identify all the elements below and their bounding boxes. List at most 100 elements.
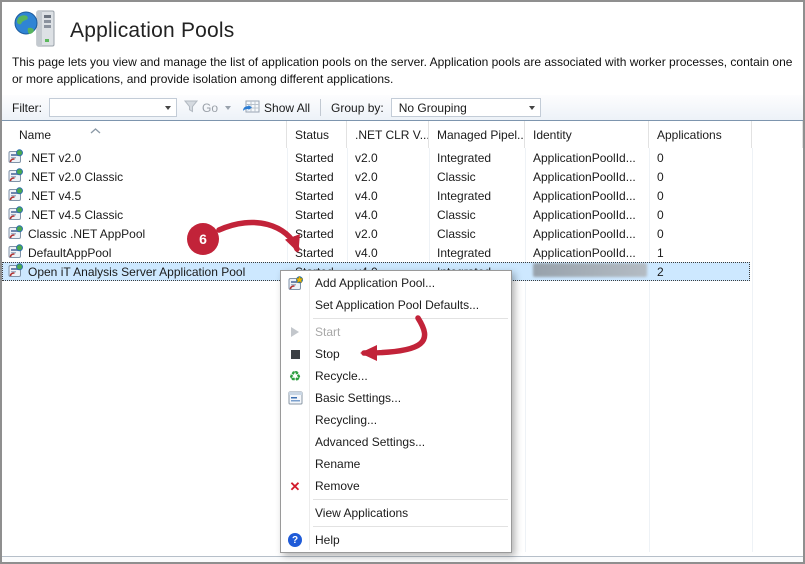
cell-clr: v2.0	[355, 226, 378, 241]
table-row[interactable]: .NET v2.0 Started v2.0 Integrated Applicatio…	[2, 148, 750, 167]
cell-status: Started	[295, 169, 334, 184]
go-label: Go	[202, 100, 219, 115]
menu-icon-blank	[281, 502, 309, 524]
menu-item-label: Stop	[315, 347, 340, 361]
menu-item-label: Remove	[315, 479, 360, 493]
menu-item-label: Set Application Pool Defaults...	[315, 298, 480, 312]
menu-item-recycle[interactable]: ♻ Recycle...	[281, 365, 511, 387]
menu-item-help[interactable]: ? Help	[281, 529, 511, 551]
menu-item-label: Add Application Pool...	[315, 276, 436, 290]
cell-pipeline: Classic	[437, 207, 476, 222]
feature-toolbar: Filter: Go Show All Group by: No Groupin…	[2, 95, 803, 121]
app-pool-icon	[8, 205, 23, 224]
menu-separator	[313, 318, 508, 319]
app-pool-name: .NET v2.0	[28, 150, 82, 165]
list-header: Name Status .NET CLR V... Managed Pipel.…	[2, 121, 803, 148]
chevron-down-icon[interactable]	[528, 105, 535, 110]
column-header-applications[interactable]: Applications	[649, 121, 752, 148]
cell-applications: 1	[657, 245, 664, 260]
menu-icon-blank	[281, 294, 309, 316]
cell-status: Started	[295, 245, 334, 260]
go-button[interactable]: Go	[183, 100, 219, 116]
menu-icon-blank	[281, 409, 309, 431]
cell-identity	[525, 263, 649, 280]
cell-pipeline: Integrated	[437, 245, 492, 260]
show-all-label: Show All	[264, 100, 311, 115]
menu-item-label: Basic Settings...	[315, 391, 402, 405]
menu-item-start[interactable]: Start	[281, 321, 511, 343]
menu-item-label: Recycling...	[315, 413, 378, 427]
basic-settings-icon	[281, 387, 309, 409]
group-by-label: Group by:	[331, 100, 384, 115]
chevron-down-icon[interactable]	[165, 105, 171, 110]
cell-pipeline: Classic	[437, 226, 476, 241]
app-pool-icon	[8, 167, 23, 186]
menu-item-label: Recycle...	[315, 369, 368, 383]
column-header-status[interactable]: Status	[287, 121, 347, 148]
page-description: This page lets you view and manage the l…	[12, 55, 793, 86]
app-pool-name: DefaultAppPool	[28, 245, 112, 260]
cell-pipeline: Classic	[437, 169, 476, 184]
redacted-identity	[533, 263, 647, 277]
menu-separator	[313, 526, 508, 527]
app-pool-name: .NET v4.5	[28, 188, 82, 203]
column-header-name[interactable]: Name	[2, 121, 287, 148]
cell-status: Started	[295, 226, 334, 241]
table-row[interactable]: Classic .NET AppPool Started v2.0 Classic Ap…	[2, 224, 750, 243]
cell-clr: v2.0	[355, 169, 378, 184]
table-row[interactable]: .NET v2.0 Classic Started v2.0 Classic Appli…	[2, 167, 750, 186]
cell-identity: ApplicationPoolId...	[533, 207, 636, 222]
cell-pipeline: Integrated	[437, 188, 492, 203]
page-header: Application Pools	[12, 8, 235, 53]
cell-identity: ApplicationPoolId...	[533, 245, 636, 260]
recycle-icon: ♻	[288, 368, 302, 384]
cell-identity: ApplicationPoolId...	[533, 226, 636, 241]
cell-identity: ApplicationPoolId...	[533, 169, 636, 184]
cell-applications: 0	[657, 169, 664, 184]
sort-ascending-icon	[90, 123, 101, 137]
show-all-grid-icon	[242, 99, 260, 116]
iis-server-globe-icon	[12, 8, 56, 53]
app-pool-name: Classic .NET AppPool	[28, 226, 146, 241]
iis-application-pools-page: Application Pools This page lets you vie…	[0, 0, 805, 564]
cell-status: Started	[295, 150, 334, 165]
filter-label: Filter:	[12, 100, 42, 115]
cell-identity: ApplicationPoolId...	[533, 150, 636, 165]
menu-item-basic-settings[interactable]: Basic Settings...	[281, 387, 511, 409]
menu-item-rename[interactable]: Rename	[281, 453, 511, 475]
app-pool-name: .NET v4.5 Classic	[28, 207, 124, 222]
menu-item-remove[interactable]: ✕ Remove	[281, 475, 511, 497]
menu-icon-blank	[281, 453, 309, 475]
menu-item-add-application-pool[interactable]: Add Application Pool...	[281, 272, 511, 294]
table-row[interactable]: DefaultAppPool Started v4.0 Integrated Appli…	[2, 243, 750, 262]
column-header-blank	[752, 121, 803, 148]
menu-item-label: View Applications	[315, 506, 409, 520]
cell-status: Started	[295, 207, 334, 222]
go-chevron-down-icon[interactable]	[225, 105, 232, 110]
cell-applications: 0	[657, 188, 664, 203]
group-by-combobox[interactable]: No Grouping	[390, 98, 541, 117]
cell-identity: ApplicationPoolId...	[533, 188, 636, 203]
column-header-identity[interactable]: Identity	[525, 121, 649, 148]
toolbar-separator	[320, 99, 322, 116]
menu-item-stop[interactable]: Stop	[281, 343, 511, 365]
menu-item-label: Help	[315, 533, 340, 547]
cell-applications: 0	[657, 207, 664, 222]
app-pool-name: Open iT Analysis Server Application Pool	[28, 264, 246, 279]
cell-applications: 2	[657, 264, 664, 279]
table-row[interactable]: .NET v4.5 Classic Started v4.0 Classic Appli…	[2, 205, 750, 224]
menu-item-recycling[interactable]: Recycling...	[281, 409, 511, 431]
app-pool-icon	[8, 148, 23, 167]
menu-item-set-application-pool-defaults[interactable]: Set Application Pool Defaults...	[281, 294, 511, 316]
app-pool-name: .NET v2.0 Classic	[28, 169, 124, 184]
column-header-pipeline[interactable]: Managed Pipel...	[429, 121, 525, 148]
table-row[interactable]: .NET v4.5 Started v4.0 Integrated Applicatio…	[2, 186, 750, 205]
group-by-value: No Grouping	[398, 100, 467, 115]
app-pool-icon	[8, 224, 23, 243]
app-pool-icon	[8, 262, 23, 281]
filter-combobox[interactable]	[49, 98, 177, 117]
menu-item-advanced-settings[interactable]: Advanced Settings...	[281, 431, 511, 453]
show-all-button[interactable]: Show All	[242, 99, 310, 116]
column-header-clr-version[interactable]: .NET CLR V...	[347, 121, 429, 148]
menu-item-view-applications[interactable]: View Applications	[281, 502, 511, 524]
